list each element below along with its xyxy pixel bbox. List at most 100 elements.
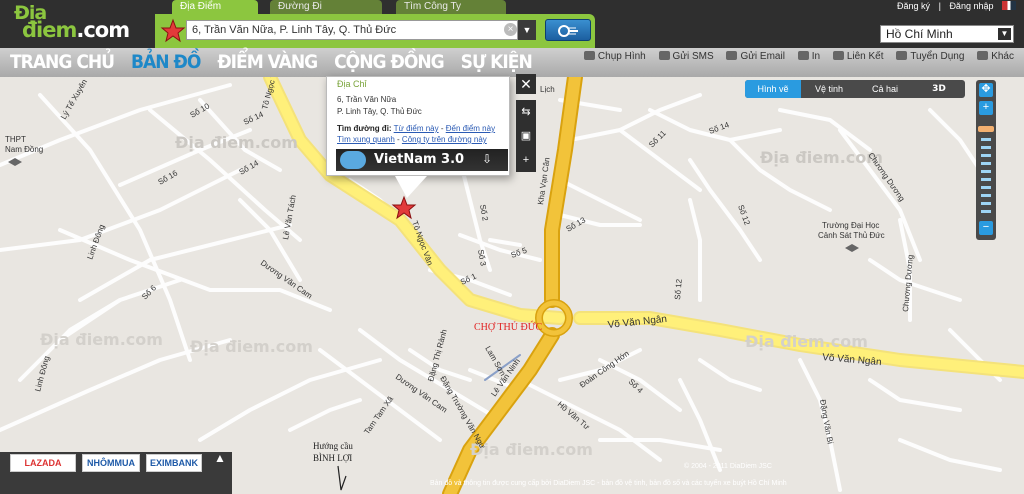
clear-icon[interactable]: × — [504, 23, 517, 36]
popup-address-line2: P. Linh Tây, Q. Thủ Đức — [337, 107, 422, 116]
tool-print[interactable]: In — [797, 51, 820, 62]
directions-from-link[interactable]: Từ điểm này — [394, 124, 439, 133]
tab-directions[interactable]: Đường Đi — [270, 0, 382, 14]
street-label: Tam Tam Xã — [362, 394, 395, 436]
photo-icon[interactable]: ▣ — [520, 130, 532, 142]
copyright: © 2004 - 2011 DiaDiem JSC — [684, 463, 772, 470]
vietnam3-banner[interactable]: VietNam 3.0 ⇩ — [336, 149, 508, 171]
tool-sms[interactable]: Gửi SMS — [658, 51, 714, 62]
tool-email[interactable]: Gửi Email — [726, 51, 785, 62]
street-label: Lịch — [540, 85, 555, 94]
uk-flag-icon[interactable] — [1002, 1, 1016, 10]
companies-on-street-link[interactable]: Công ty trên đường này — [402, 135, 487, 144]
popup-nearby: Tìm xung quanh - Công ty trên đường này — [337, 135, 487, 144]
street-label: Số 16 — [157, 168, 180, 187]
close-icon[interactable]: ✕ — [516, 74, 536, 94]
street-label: Số 10 — [189, 101, 212, 120]
map-roads: Địa điem.com Địa điem.com Địa điem.com Đ… — [0, 77, 1024, 494]
tool-screenshot[interactable]: Chụp Hình — [583, 51, 646, 62]
street-label: Số 6 — [140, 283, 158, 301]
street-label: Số 14 — [708, 120, 731, 136]
vietnam-logo-icon — [340, 151, 366, 169]
sponsor-logo-nhommua[interactable]: NHÔMMUA — [82, 454, 140, 472]
chevron-up-icon[interactable]: ▲ — [208, 448, 232, 468]
map-type-3d[interactable]: 3D — [913, 80, 965, 98]
nav-events[interactable]: SỰ KIỆN — [461, 51, 533, 73]
tool-link[interactable]: Liên Kết — [832, 51, 884, 62]
chevron-down-icon[interactable]: ▼ — [518, 20, 536, 40]
add-icon[interactable]: + — [520, 154, 532, 166]
street-label: Linh Đông — [33, 355, 51, 393]
street-label: Số 14 — [238, 158, 261, 177]
search-button[interactable] — [545, 19, 591, 41]
street-label: Đặng Trường Văn Ngư — [438, 375, 487, 451]
arrow-icon — [337, 465, 347, 491]
nav-home[interactable]: TRANG CHỦ — [10, 51, 115, 73]
directions-icon[interactable]: ⇆ — [520, 106, 532, 118]
register-link[interactable]: Đăng ký — [897, 1, 930, 11]
footer-note: Bản đồ và thông tin được cung cấp bởi Di… — [430, 480, 787, 487]
banner-text: VietNam 3.0 — [374, 152, 465, 167]
search-input[interactable] — [186, 20, 518, 40]
zoom-out-button[interactable]: − — [979, 221, 993, 235]
tool-more[interactable]: Khác — [977, 51, 1014, 62]
place-label: Cảnh Sát Thủ Đức — [818, 231, 885, 240]
street-label: Số 14 — [242, 110, 265, 127]
logo-text-2: điem.com — [22, 18, 130, 42]
tool-jobs[interactable]: Tuyển Dụng — [896, 51, 964, 62]
popup-title: Địa Chỉ — [337, 79, 367, 89]
watermark: Địa điem.com — [40, 330, 163, 349]
pan-icon[interactable]: ✥ — [979, 83, 993, 97]
watermark: Địa điem.com — [175, 133, 298, 152]
school-icon — [845, 244, 859, 252]
tab-location[interactable]: Địa Điểm — [172, 0, 258, 14]
help-icon — [977, 51, 989, 60]
popup-directions: Tìm đường đi: Từ điểm này - Đến điểm này — [337, 124, 496, 133]
street-label: Số 3 — [476, 249, 488, 267]
street-label: Đặng Văn Bi — [818, 399, 835, 445]
zoom-in-button[interactable]: + — [979, 101, 993, 115]
jobs-icon — [896, 51, 908, 60]
street-label: Hồ Văn Tư — [556, 400, 592, 432]
map-canvas[interactable]: Địa điem.com Địa điem.com Địa điem.com Đ… — [0, 77, 1024, 494]
watermark: Địa điem.com — [745, 332, 868, 351]
search-nearby-link[interactable]: Tìm xung quanh — [337, 135, 395, 144]
popup-side-tools: ⇆ ▣ + — [516, 100, 536, 172]
nav-golden-spots[interactable]: ĐIỂM VÀNG — [217, 51, 318, 73]
place-label: Nam Đồng — [5, 145, 43, 154]
street-label: Số 2 — [478, 204, 490, 222]
login-link[interactable]: Đăng nhập — [949, 1, 993, 11]
market-label: CHỢ THỦ ĐỨC — [474, 321, 542, 333]
email-icon — [726, 51, 738, 60]
link-icon — [832, 51, 844, 60]
city-select-value: Hồ Chí Minh — [886, 27, 953, 41]
download-icon: ⇩ — [482, 152, 493, 166]
map-type-hybrid[interactable]: Cả hai — [857, 80, 913, 98]
info-popup: Địa Chỉ 6, Trần Văn Nữa P. Linh Tây, Q. … — [326, 76, 510, 176]
chevron-down-icon: ▼ — [998, 28, 1011, 40]
map-tools: Chụp Hình Gửi SMS Gửi Email In Liên Kết … — [574, 51, 1014, 62]
zoom-slider-handle[interactable] — [978, 126, 994, 132]
tab-company[interactable]: Tìm Công Ty — [396, 0, 506, 14]
sponsor-logo-lazada[interactable]: LAZADA — [10, 454, 76, 472]
popup-address-line1: 6, Trần Văn Nữa — [337, 95, 397, 104]
street-label: Số 12 — [673, 278, 684, 300]
site-logo[interactable]: Địa điem.com — [10, 2, 140, 46]
place-label: THPT — [5, 135, 26, 144]
nav-community[interactable]: CỘNG ĐỒNG — [334, 51, 445, 73]
street-label: Số 12 — [736, 204, 752, 227]
place-label: Trường Đại Học — [822, 221, 879, 230]
popup-pointer — [395, 176, 427, 198]
map-type-satellite[interactable]: Vệ tinh — [801, 80, 857, 98]
city-select[interactable]: Hồ Chí Minh ▼ — [880, 25, 1014, 43]
street-label: Số 11 — [647, 128, 668, 149]
directions-to-link[interactable]: Đến điểm này — [446, 124, 495, 133]
main-nav: TRANG CHỦ BẢN ĐỒ ĐIỂM VÀNG CỘNG ĐỒNG SỰ … — [0, 48, 1024, 77]
map-type-switch: Hình vẽ Vệ tinh Cả hai 3D — [745, 80, 965, 98]
direction-label: Hướng cầu — [313, 441, 353, 451]
nav-map[interactable]: BẢN ĐỒ — [131, 51, 201, 73]
phone-icon — [658, 51, 670, 60]
sponsor-logo-eximbank[interactable]: EXIMBANK — [146, 454, 202, 472]
map-type-map[interactable]: Hình vẽ — [745, 80, 801, 98]
auth-links: Đăng ký | Đăng nhập — [891, 1, 1016, 11]
